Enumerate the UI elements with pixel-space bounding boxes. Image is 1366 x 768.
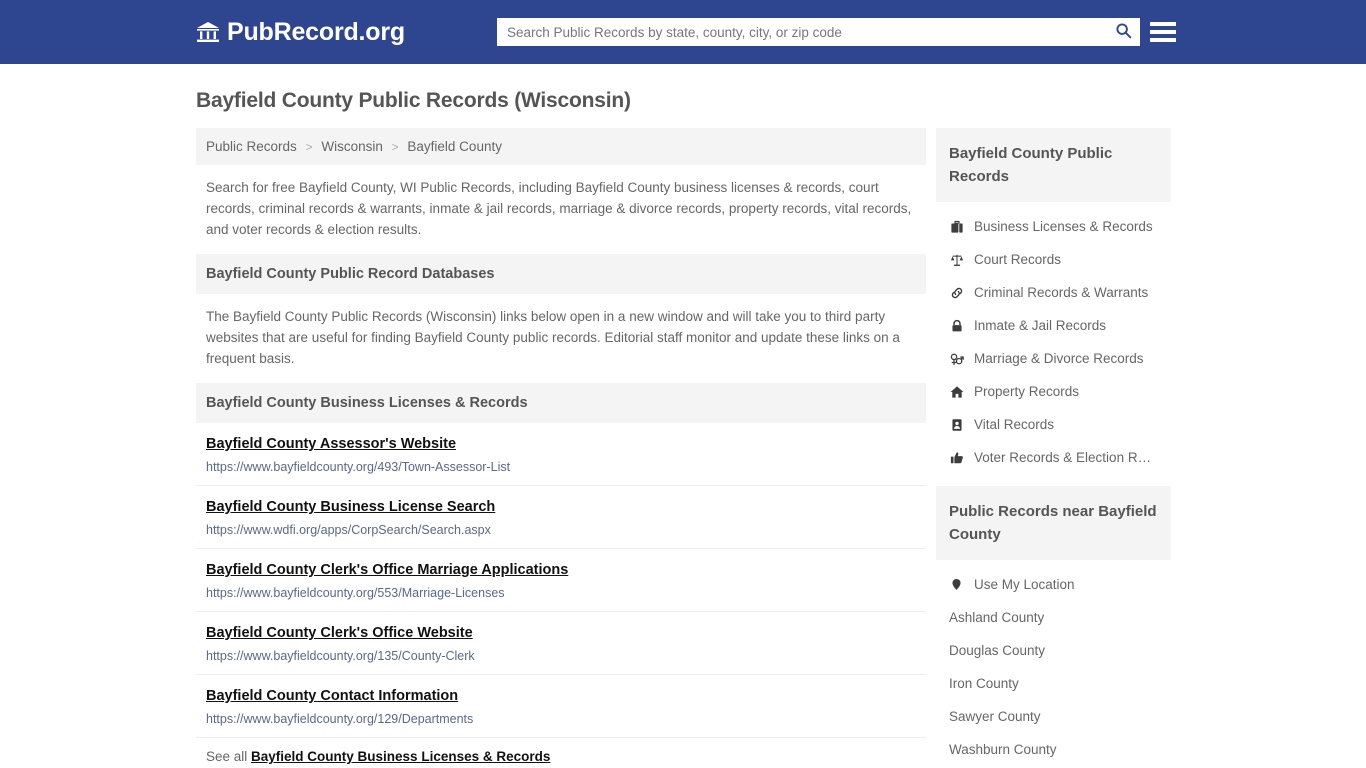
sidebar-item-label: Marriage & Divorce Records bbox=[974, 351, 1144, 366]
sidebar-item-label: Court Records bbox=[974, 252, 1062, 267]
nearby-county-label: Iron County bbox=[949, 676, 1019, 691]
record-link-url[interactable]: https://www.wdfi.org/apps/CorpSearch/Sea… bbox=[206, 523, 916, 537]
hamburger-menu-icon-bar bbox=[1150, 30, 1176, 34]
main-column: Public Records > Wisconsin > Bayfield Co… bbox=[196, 128, 926, 768]
sidebar: Bayfield County Public Records Business … bbox=[936, 128, 1171, 768]
venus-mars-icon bbox=[949, 351, 964, 366]
record-link-title[interactable]: Bayfield County Business License Search bbox=[206, 499, 495, 515]
nearby-county-label: Sawyer County bbox=[949, 709, 1041, 724]
record-link-title[interactable]: Bayfield County Clerk's Office Marriage … bbox=[206, 562, 568, 578]
records-card: Bayfield County Public Records Business … bbox=[936, 128, 1171, 476]
nearby-county-washburn[interactable]: Washburn County bbox=[936, 733, 1171, 766]
records-card-title: Bayfield County Public Records bbox=[936, 128, 1171, 202]
breadcrumb-separator: > bbox=[391, 140, 399, 154]
nearby-card-body: Use My Location Ashland County Douglas C… bbox=[936, 560, 1171, 768]
search-bar bbox=[497, 18, 1140, 46]
databases-section-heading: Bayfield County Public Record Databases bbox=[196, 254, 926, 294]
sidebar-item-label: Voter Records & Election R… bbox=[974, 450, 1152, 465]
breadcrumb-item-wisconsin[interactable]: Wisconsin bbox=[321, 139, 383, 154]
search-input[interactable] bbox=[497, 18, 1106, 46]
see-all-prefix: See all bbox=[206, 749, 252, 764]
record-link-title[interactable]: Bayfield County Assessor's Website bbox=[206, 436, 456, 452]
intro-paragraph: Search for free Bayfield County, WI Publ… bbox=[206, 180, 912, 237]
nearby-county-label: Douglas County bbox=[949, 643, 1046, 658]
id-badge-icon bbox=[949, 417, 964, 432]
map-pin-icon bbox=[949, 577, 964, 592]
scales-icon bbox=[949, 252, 964, 267]
use-my-location-label: Use My Location bbox=[974, 577, 1075, 592]
sidebar-item-label: Property Records bbox=[974, 384, 1080, 399]
hamburger-menu-icon-bar bbox=[1150, 38, 1176, 42]
thumbs-up-icon bbox=[949, 450, 964, 465]
use-my-location-item[interactable]: Use My Location bbox=[936, 568, 1171, 601]
nearby-county-ashland[interactable]: Ashland County bbox=[936, 601, 1171, 634]
nearby-county-label: Ashland County bbox=[949, 610, 1045, 625]
home-icon bbox=[949, 384, 964, 399]
site-logo-text: PubRecord.org bbox=[227, 17, 405, 46]
sidebar-item-label: Vital Records bbox=[974, 417, 1055, 432]
lock-icon bbox=[949, 318, 964, 333]
content-row: Public Records > Wisconsin > Bayfield Co… bbox=[196, 128, 1171, 768]
see-all-link[interactable]: Bayfield County Business Licenses & Reco… bbox=[251, 749, 550, 764]
sidebar-item-marriage-divorce-records[interactable]: Marriage & Divorce Records bbox=[936, 342, 1171, 375]
nearby-card-title: Public Records near Bayfield County bbox=[936, 486, 1171, 560]
briefcase-icon bbox=[949, 219, 964, 234]
sidebar-item-label: Criminal Records & Warrants bbox=[974, 285, 1149, 300]
link-row: Bayfield County Assessor's Website https… bbox=[196, 423, 926, 486]
breadcrumb: Public Records > Wisconsin > Bayfield Co… bbox=[196, 128, 926, 165]
search-icon bbox=[1115, 22, 1132, 42]
sidebar-item-court-records[interactable]: Court Records bbox=[936, 243, 1171, 276]
sidebar-item-label: Business Licenses & Records bbox=[974, 219, 1153, 234]
nearby-card: Public Records near Bayfield County Use … bbox=[936, 486, 1171, 768]
record-link-url[interactable]: https://www.bayfieldcounty.org/553/Marri… bbox=[206, 586, 916, 600]
sidebar-item-label: Inmate & Jail Records bbox=[974, 318, 1107, 333]
chain-link-icon bbox=[949, 285, 964, 300]
nearby-county-douglas[interactable]: Douglas County bbox=[936, 634, 1171, 667]
link-row: Bayfield County Clerk's Office Marriage … bbox=[196, 549, 926, 612]
see-all-row: See all Bayfield County Business License… bbox=[196, 738, 926, 768]
databases-paragraph: The Bayfield County Public Records (Wisc… bbox=[206, 309, 900, 366]
page-title: Bayfield County Public Records (Wisconsi… bbox=[196, 89, 631, 112]
sidebar-item-property-records[interactable]: Property Records bbox=[936, 375, 1171, 408]
record-link-title[interactable]: Bayfield County Clerk's Office Website bbox=[206, 625, 473, 641]
link-row: Bayfield County Clerk's Office Website h… bbox=[196, 612, 926, 675]
nearby-county-label: Washburn County bbox=[949, 742, 1057, 757]
page-body: Bayfield County Public Records (Wisconsi… bbox=[0, 89, 1366, 768]
breadcrumb-item-public-records[interactable]: Public Records bbox=[206, 139, 297, 154]
sidebar-item-voter-records[interactable]: Voter Records & Election R… bbox=[936, 441, 1171, 474]
record-link-url[interactable]: https://www.bayfieldcounty.org/493/Town-… bbox=[206, 460, 916, 474]
site-logo-link[interactable]: PubRecord.org bbox=[196, 18, 405, 47]
nearby-county-iron[interactable]: Iron County bbox=[936, 667, 1171, 700]
breadcrumb-separator: > bbox=[305, 140, 313, 154]
breadcrumb-item-bayfield-county[interactable]: Bayfield County bbox=[407, 139, 502, 154]
sidebar-item-criminal-records[interactable]: Criminal Records & Warrants bbox=[936, 276, 1171, 309]
search-button[interactable] bbox=[1106, 18, 1140, 46]
hamburger-menu-icon bbox=[1150, 22, 1176, 26]
record-link-url[interactable]: https://www.bayfieldcounty.org/129/Depar… bbox=[206, 712, 916, 726]
record-link-title[interactable]: Bayfield County Contact Information bbox=[206, 688, 458, 704]
bank-icon bbox=[196, 20, 220, 44]
record-link-url[interactable]: https://www.bayfieldcounty.org/135/Count… bbox=[206, 649, 916, 663]
records-card-body: Business Licenses & Records Court Record… bbox=[936, 202, 1171, 476]
business-licenses-section-heading: Bayfield County Business Licenses & Reco… bbox=[196, 383, 926, 423]
nearby-county-sawyer[interactable]: Sawyer County bbox=[936, 700, 1171, 733]
link-row: Bayfield County Business License Search … bbox=[196, 486, 926, 549]
link-row: Bayfield County Contact Information http… bbox=[196, 675, 926, 738]
sidebar-item-business-licenses[interactable]: Business Licenses & Records bbox=[936, 210, 1171, 243]
sidebar-item-inmate-jail-records[interactable]: Inmate & Jail Records bbox=[936, 309, 1171, 342]
site-header: PubRecord.org bbox=[0, 0, 1366, 64]
sidebar-item-vital-records[interactable]: Vital Records bbox=[936, 408, 1171, 441]
hamburger-menu-button[interactable] bbox=[1150, 19, 1176, 45]
